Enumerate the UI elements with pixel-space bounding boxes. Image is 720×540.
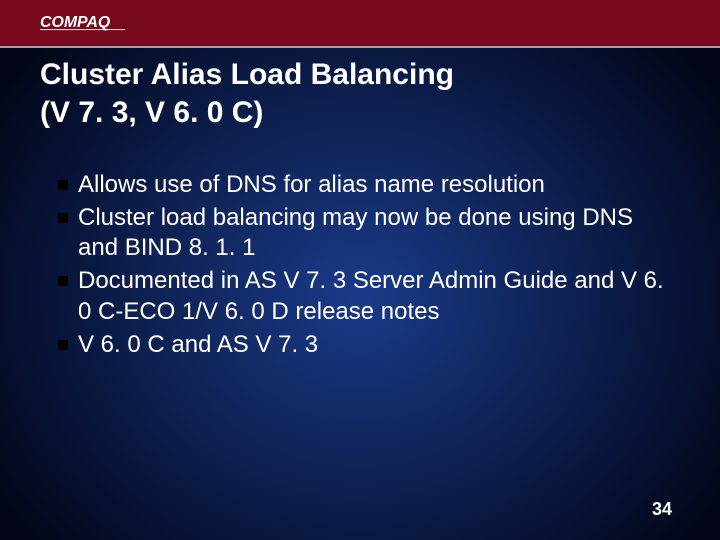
page-number: 34	[652, 499, 672, 520]
bullet-text: V 6. 0 C and AS V 7. 3	[78, 330, 670, 361]
bullet-square-icon	[58, 180, 68, 190]
bullet-text: Cluster load balancing may now be done u…	[78, 203, 670, 264]
slide: COMPAQ Cluster Alias Load Balancing (V 7…	[0, 0, 720, 540]
bullet-square-icon	[58, 340, 68, 350]
bullet-item: V 6. 0 C and AS V 7. 3	[58, 330, 670, 361]
bullet-item: Documented in AS V 7. 3 Server Admin Gui…	[58, 266, 670, 327]
bullet-text: Allows use of DNS for alias name resolut…	[78, 170, 670, 201]
bullet-list: Allows use of DNS for alias name resolut…	[58, 170, 670, 362]
header-underline	[0, 46, 720, 48]
title-line-1: Cluster Alias Load Balancing	[40, 56, 680, 94]
compaq-logo-icon: COMPAQ	[40, 11, 170, 33]
svg-text:COMPAQ: COMPAQ	[40, 14, 111, 31]
compaq-logo: COMPAQ	[40, 10, 170, 34]
title-line-2: (V 7. 3, V 6. 0 C)	[40, 94, 680, 132]
bullet-item: Allows use of DNS for alias name resolut…	[58, 170, 670, 201]
bullet-item: Cluster load balancing may now be done u…	[58, 203, 670, 264]
bullet-square-icon	[58, 276, 68, 286]
slide-title: Cluster Alias Load Balancing (V 7. 3, V …	[40, 56, 680, 131]
bullet-text: Documented in AS V 7. 3 Server Admin Gui…	[78, 266, 670, 327]
bullet-square-icon	[58, 213, 68, 223]
